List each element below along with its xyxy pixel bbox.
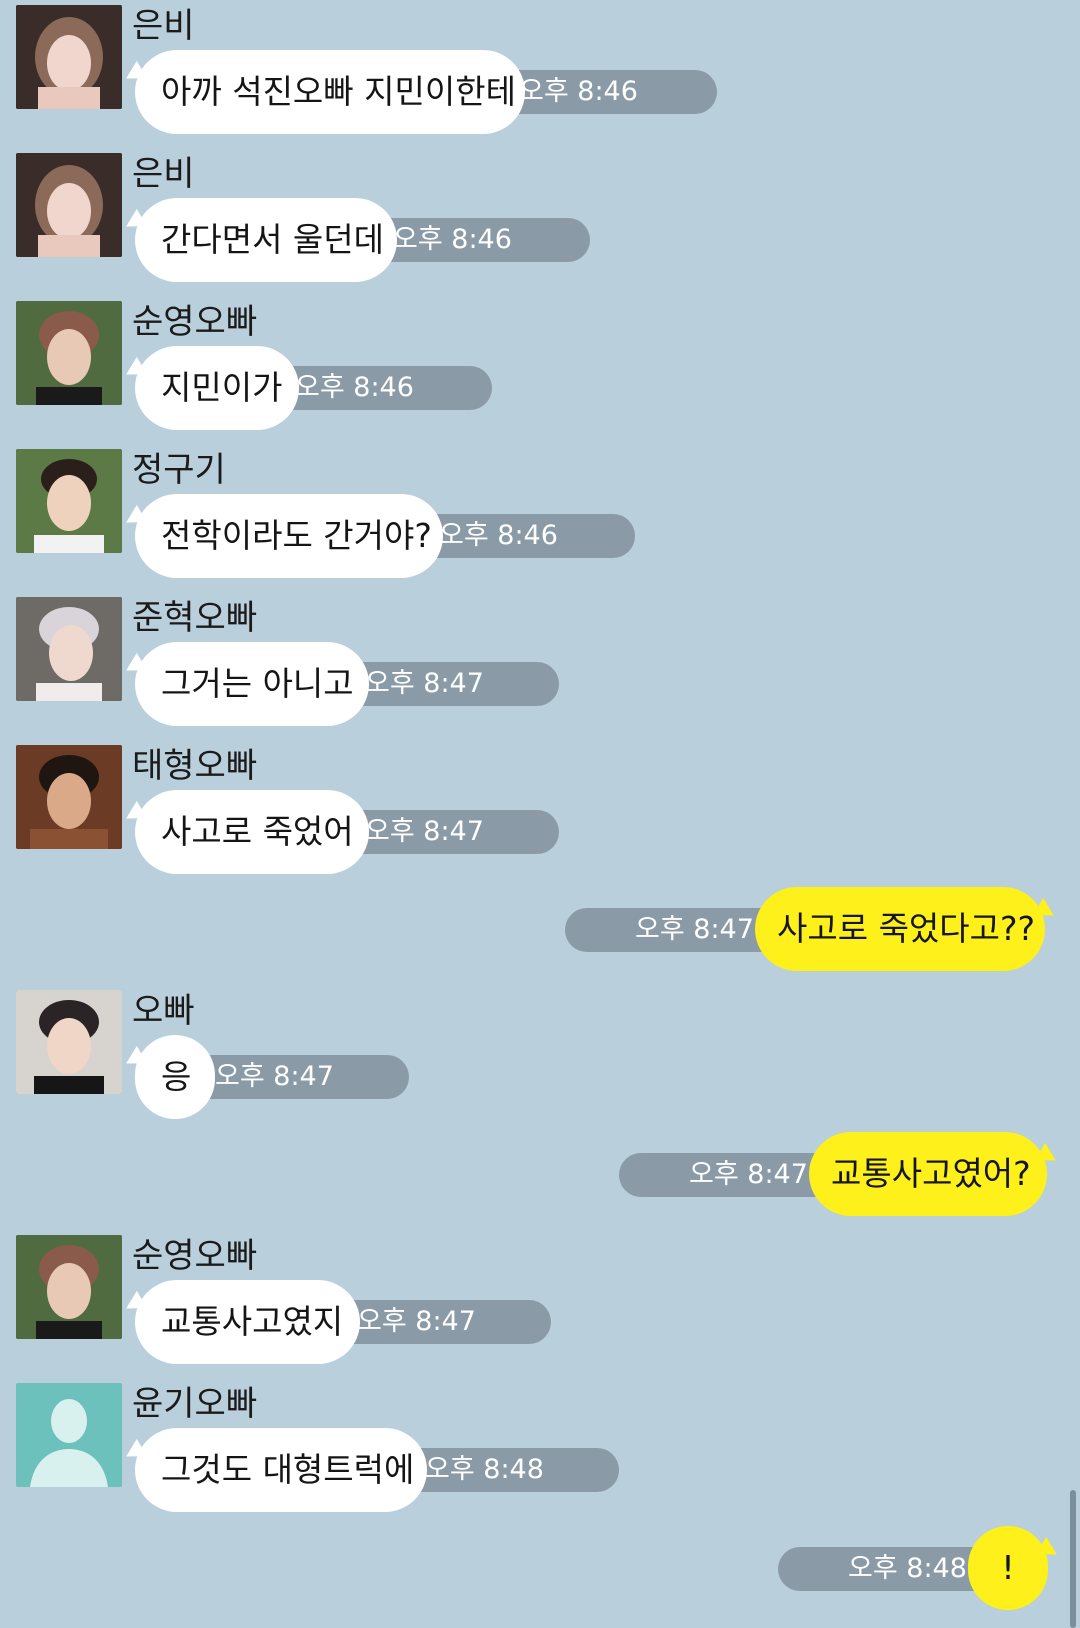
avatar[interactable] [16,449,122,553]
bubble-tail [121,504,147,532]
message-time: 오후 8:46 [295,372,414,403]
photo-boy-icon [16,745,122,849]
message-text: 전학이라도 간거야? [161,516,432,555]
message-text: 그것도 대형트럭에 [161,1450,415,1489]
message-bubble[interactable]: 사고로 죽었다고?? [755,887,1059,971]
photo-boy-icon [16,301,122,405]
bubble-tail [121,1045,147,1073]
message-text: 그거는 아니고 [161,664,354,703]
bubble-tail [121,1438,147,1466]
message-bubble[interactable]: 그거는 아니고 [121,642,369,726]
message-text: 아까 석진오빠 지민이한테 [161,72,516,111]
message-text: 응 [161,1057,192,1096]
message-time: 오후 8:47 [365,668,484,699]
message-time: 오후 8:46 [439,520,558,551]
sender-name: 순영오빠 [132,1236,258,1276]
message-text: 교통사고였지 [161,1302,344,1341]
message-bubble[interactable]: 교통사고였지 [121,1280,360,1364]
message-text: 지민이가 [161,368,283,407]
message-time: 오후 8:47 [365,816,484,847]
message-bubble[interactable]: 지민이가 [121,346,299,430]
message-time: 오후 8:46 [519,76,638,107]
bubble-tail [121,652,147,680]
message-text: 간다면서 울던데 [161,220,385,259]
message-bubble[interactable]: 교통사고였어? [809,1132,1061,1216]
avatar[interactable] [16,301,122,405]
avatar[interactable] [16,153,122,257]
sender-name: 오빠 [132,991,195,1031]
message-time: 오후 8:47 [357,1306,476,1337]
message-text: 사고로 죽었다고?? [777,909,1036,948]
message-bubble[interactable]: 그것도 대형트럭에 [121,1428,427,1512]
sender-name: 준혁오빠 [132,598,258,638]
bubble-tail [1033,897,1059,925]
chat-message-list[interactable]: 은비 오후 8:46 아까 석진오빠 지민이한테 은비 오후 8:46 간다면서… [0,0,1080,1628]
avatar[interactable] [16,5,122,109]
message-bubble[interactable]: ! [968,1526,1062,1610]
sender-name: 순영오빠 [132,302,258,342]
message-text: 사고로 죽었어 [161,812,354,851]
photo-boy-icon [16,990,122,1094]
bubble-tail [1035,1142,1061,1170]
sender-name: 윤기오빠 [132,1384,258,1424]
message-bubble[interactable]: 아까 석진오빠 지민이한테 [121,50,525,134]
avatar[interactable] [16,597,122,701]
bubble-tail [121,60,147,88]
avatar[interactable] [16,745,122,849]
avatar[interactable] [16,1235,122,1339]
bubble-tail [121,800,147,828]
photo-boy-icon [16,597,122,701]
photo-girl-icon [16,153,122,257]
scrollbar[interactable] [1070,1490,1076,1628]
avatar[interactable] [16,1383,122,1487]
message-text: ! [1001,1548,1015,1587]
sender-name: 은비 [132,6,195,46]
message-bubble[interactable]: 전학이라도 간거야? [121,494,443,578]
bubble-tail [1036,1536,1062,1564]
photo-boy-icon [16,1235,122,1339]
bubble-tail [121,1290,147,1318]
message-bubble[interactable]: 간다면서 울던데 [121,198,397,282]
message-bubble[interactable]: 사고로 죽었어 [121,790,369,874]
photo-girl-icon [16,5,122,109]
message-time: 오후 8:46 [393,224,512,255]
message-text: 교통사고였어? [831,1154,1031,1193]
photo-boy-icon [16,449,122,553]
avatar[interactable] [16,990,122,1094]
sender-name: 태형오빠 [132,746,258,786]
message-time: 오후 8:47 [215,1061,334,1092]
default-profile-icon [16,1383,122,1487]
sender-name: 정구기 [132,450,226,490]
message-bubble[interactable]: 응 [121,1035,215,1119]
bubble-tail [121,208,147,236]
message-time: 오후 8:48 [425,1454,544,1485]
bubble-tail [121,356,147,384]
sender-name: 은비 [132,154,195,194]
